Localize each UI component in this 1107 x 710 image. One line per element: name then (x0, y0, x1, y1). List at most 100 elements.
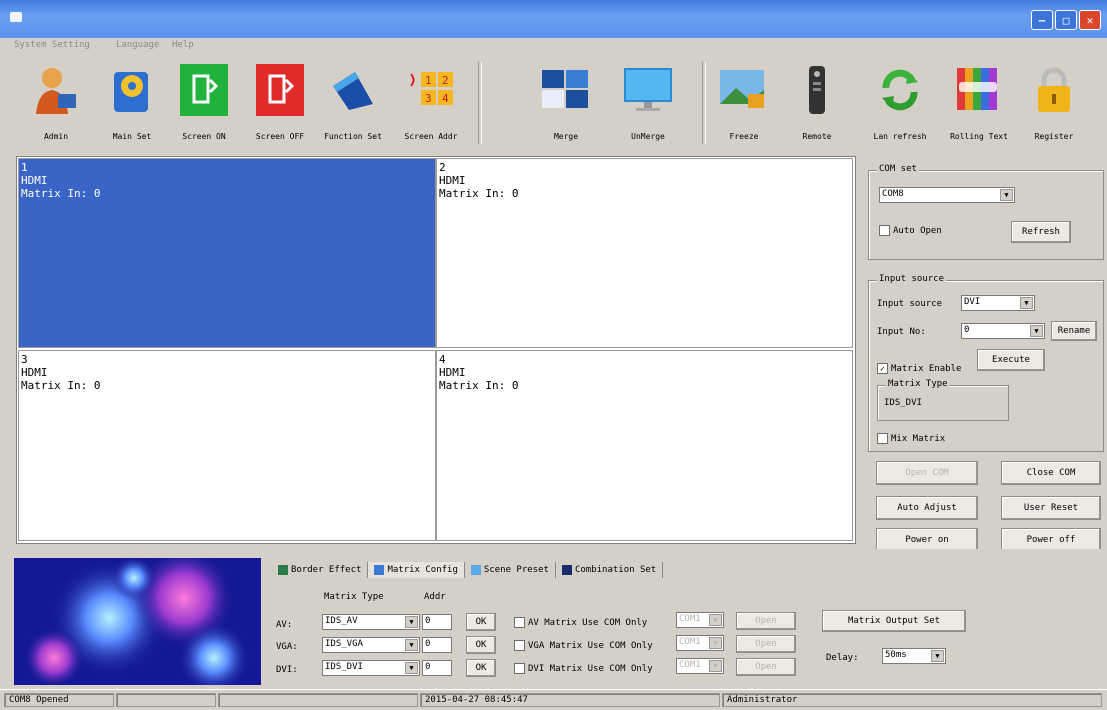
combination-set-icon (561, 565, 572, 575)
remote-button[interactable]: Remote (782, 54, 852, 150)
svg-text:3: 3 (425, 92, 432, 105)
dvi-ok-button[interactable]: OK (466, 659, 496, 677)
mix-matrix-checkbox[interactable]: Mix Matrix (877, 433, 945, 444)
tab-combination-set[interactable]: Combination Set (556, 562, 664, 578)
close-com-button[interactable]: Close COM (1001, 461, 1101, 485)
screen-cell-2[interactable]: 2 HDMI Matrix In: 0 (436, 158, 853, 348)
unmerge-icon (624, 68, 672, 111)
close-button[interactable]: ✕ (1079, 10, 1101, 30)
av-com-select[interactable]: COM1 ▼ (676, 612, 724, 628)
chevron-down-icon: ▼ (709, 660, 722, 672)
lan-refresh-button[interactable]: Lan refresh (865, 54, 935, 150)
screen-on-button[interactable]: Screen ON (169, 54, 239, 150)
menu-language[interactable]: Language (116, 40, 159, 50)
admin-button[interactable]: Admin (21, 54, 91, 150)
refresh-button[interactable]: Refresh (1011, 221, 1071, 243)
vga-com-select[interactable]: COM1 ▼ (676, 635, 724, 651)
chevron-down-icon: ▼ (709, 614, 722, 626)
status-bar: COM8 Opened 2015-04-27 08:45:47 Administ… (0, 689, 1107, 710)
main-set-button[interactable]: Main Set (97, 54, 167, 150)
lan-refresh-icon (882, 69, 918, 111)
input-no-select[interactable]: 0 ▼ (961, 323, 1045, 339)
svg-text:4: 4 (442, 92, 449, 105)
screen-off-button[interactable]: Screen OFF (245, 54, 315, 150)
av-use-com-checkbox[interactable]: AV Matrix Use COM Only (514, 617, 647, 628)
tab-scene-preset[interactable]: Scene Preset (465, 562, 556, 578)
av-matrix-type-select[interactable]: IDS_AV ▼ (322, 614, 420, 630)
admin-icon (36, 68, 76, 114)
menu-system-setting[interactable]: System Setting (14, 40, 90, 50)
screen-on-icon (180, 64, 228, 116)
chevron-down-icon: ▼ (405, 662, 418, 674)
status-datetime: 2015-04-27 08:45:47 (420, 693, 720, 707)
av-open-button[interactable]: Open (736, 612, 796, 630)
chevron-down-icon: ▼ (709, 637, 722, 649)
vga-ok-button[interactable]: OK (466, 636, 496, 654)
scene-preset-icon (470, 565, 481, 575)
dvi-use-com-checkbox[interactable]: DVI Matrix Use COM Only (514, 663, 653, 674)
rolling-text-icon (957, 68, 997, 110)
auto-open-checkbox[interactable]: Auto Open (879, 225, 942, 236)
title-bar: – □ ✕ (0, 0, 1107, 38)
screen-addr-icon: 1 23 4 (410, 72, 453, 105)
merge-button[interactable]: Merge (531, 54, 601, 150)
screen-off-icon (256, 64, 304, 116)
svg-text:1: 1 (425, 74, 432, 87)
screen-cell-1[interactable]: 1 HDMI Matrix In: 0 (18, 158, 436, 348)
toolbar: Admin Main Set Screen ON Screen OFF Func… (0, 54, 1107, 150)
register-button[interactable]: Register (1019, 54, 1089, 150)
av-ok-button[interactable]: OK (466, 613, 496, 631)
dvi-addr-field[interactable]: 0 (422, 660, 452, 676)
minimize-button[interactable]: – (1031, 10, 1053, 30)
matrix-config-icon (374, 565, 385, 575)
menu-bar: System Setting Language Help (0, 38, 1107, 54)
rolling-text-button[interactable]: Rolling Text (944, 54, 1014, 150)
screen-wall: 1 HDMI Matrix In: 0 2 HDMI Matrix In: 0 … (16, 156, 856, 544)
app-icon[interactable] (10, 12, 22, 22)
tab-border-effect[interactable]: Border Effect (272, 562, 369, 578)
vga-use-com-checkbox[interactable]: VGA Matrix Use COM Only (514, 640, 653, 651)
function-set-button[interactable]: Function Set (318, 54, 388, 150)
dvi-open-button[interactable]: Open (736, 658, 796, 676)
status-user: Administrator (722, 693, 1102, 707)
fractal-image (14, 558, 261, 685)
main-set-icon (114, 72, 148, 112)
vga-matrix-type-select[interactable]: IDS_VGA ▼ (322, 637, 420, 653)
matrix-enable-checkbox[interactable]: ✓ Matrix Enable (877, 363, 961, 374)
auto-adjust-button[interactable]: Auto Adjust (876, 496, 978, 520)
freeze-icon (720, 70, 764, 108)
register-icon (1038, 67, 1070, 112)
chevron-down-icon: ▼ (931, 650, 944, 662)
vga-open-button[interactable]: Open (736, 635, 796, 653)
screen-cell-4[interactable]: 4 HDMI Matrix In: 0 (436, 350, 853, 541)
chevron-down-icon: ▼ (405, 639, 418, 651)
merge-icon (542, 70, 588, 108)
screen-cell-3[interactable]: 3 HDMI Matrix In: 0 (18, 350, 436, 541)
matrix-output-set-button[interactable]: Matrix Output Set (822, 610, 966, 632)
input-source-group: Input source Input source DVI ▼ Input No:… (868, 274, 1104, 452)
screen-addr-button[interactable]: 1234 Screen Addr (396, 54, 466, 150)
menu-help[interactable]: Help (172, 40, 194, 50)
input-source-select[interactable]: DVI ▼ (961, 295, 1035, 311)
maximize-button[interactable]: □ (1055, 10, 1077, 30)
freeze-button[interactable]: Freeze (709, 54, 779, 150)
dvi-matrix-type-select[interactable]: IDS_DVI ▼ (322, 660, 420, 676)
user-reset-button[interactable]: User Reset (1001, 496, 1101, 520)
vga-addr-field[interactable]: 0 (422, 637, 452, 653)
chevron-down-icon: ▼ (1000, 189, 1013, 201)
av-addr-field[interactable]: 0 (422, 614, 452, 630)
com-port-select[interactable]: COM8 ▼ (879, 187, 1015, 203)
rename-button[interactable]: Rename (1051, 321, 1097, 341)
chevron-down-icon: ▼ (1030, 325, 1043, 337)
chevron-down-icon: ▼ (1020, 297, 1033, 309)
delay-select[interactable]: 50ms ▼ (882, 648, 946, 664)
remote-icon (809, 66, 825, 114)
dvi-com-select[interactable]: COM1 ▼ (676, 658, 724, 674)
com-set-group: COM set COM8 ▼ Auto Open Refresh (868, 164, 1104, 260)
execute-button[interactable]: Execute (977, 349, 1045, 371)
open-com-button[interactable]: Open COM (876, 461, 978, 485)
unmerge-button[interactable]: UnMerge (613, 54, 683, 150)
function-set-icon (333, 72, 373, 110)
matrix-type-box: Matrix Type IDS_DVI (877, 379, 1009, 421)
tab-matrix-config[interactable]: Matrix Config (368, 562, 465, 578)
